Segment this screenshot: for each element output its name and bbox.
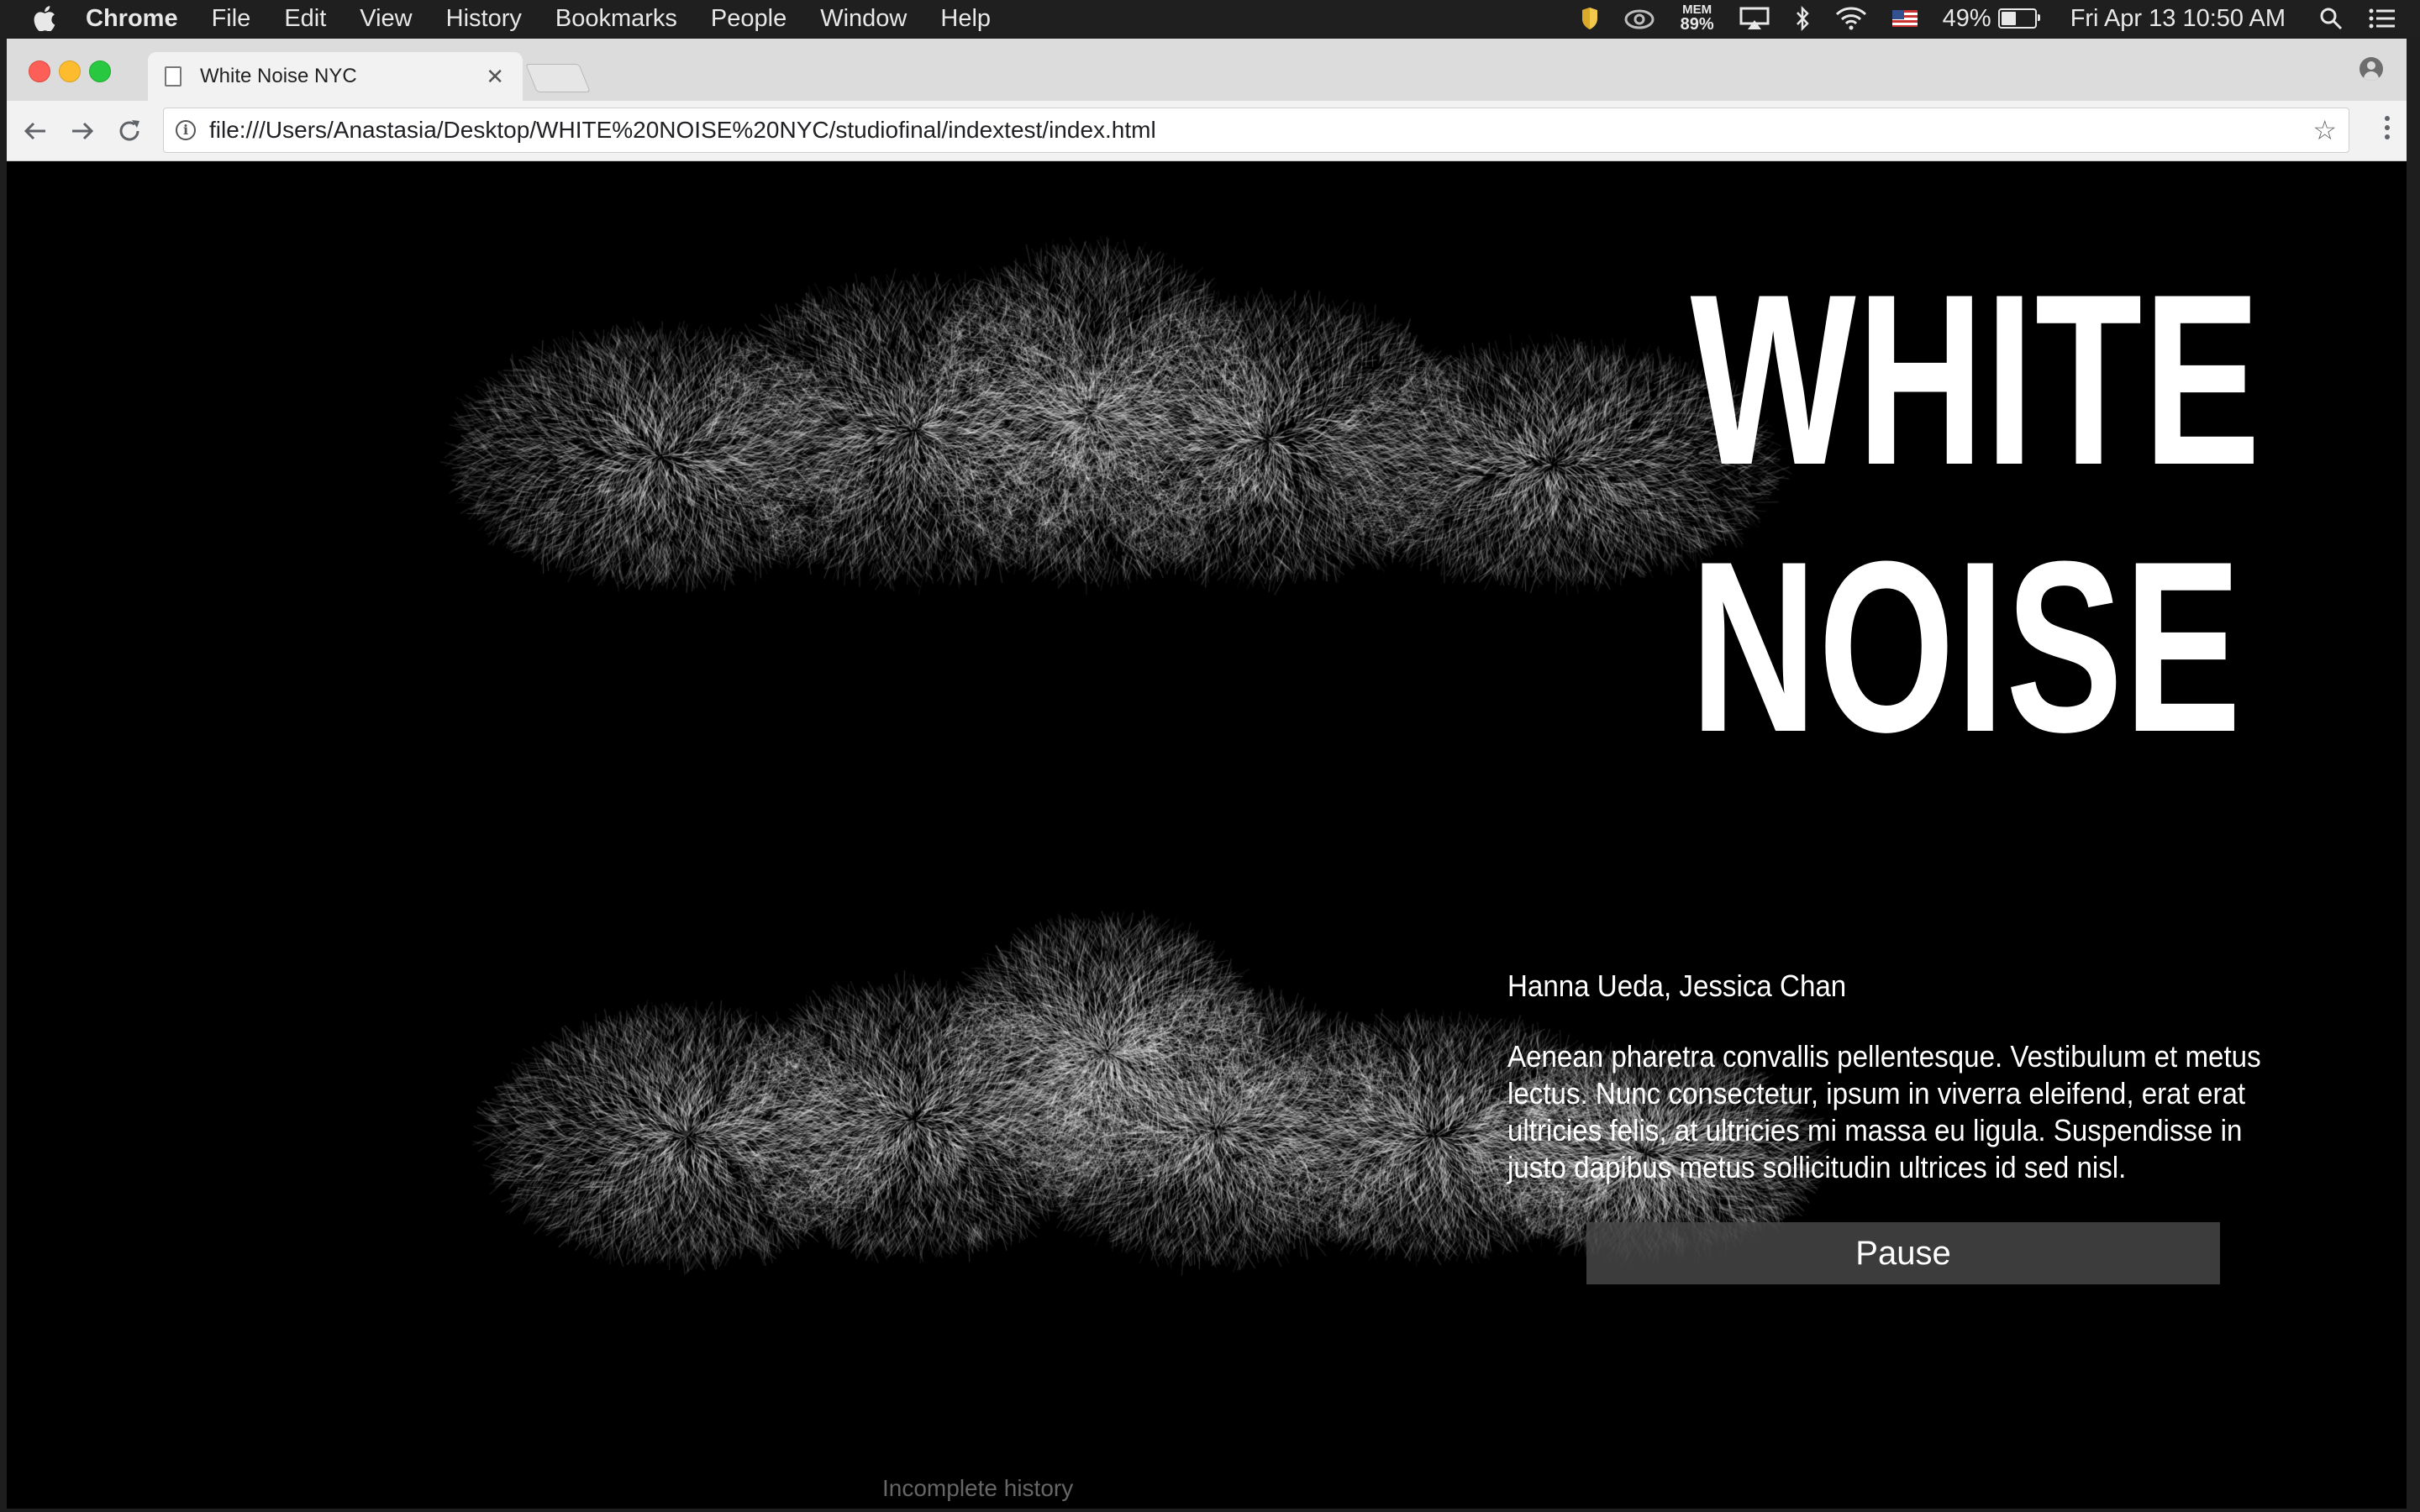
tab-close-icon[interactable]: ✕ (486, 64, 504, 90)
site-info-icon[interactable]: i (176, 120, 196, 140)
status-area: MEM 89% 49% Fri Apr 13 10:50 AM (1556, 0, 2396, 37)
headline-noise: NOISE (1690, 511, 2243, 783)
spotlight-search-icon[interactable] (2319, 7, 2343, 30)
memory-label: MEM (1682, 3, 1712, 17)
menu-help[interactable]: Help (940, 5, 991, 33)
forward-arrow-icon[interactable] (69, 118, 96, 144)
new-tab-button[interactable] (525, 64, 591, 92)
clock[interactable]: Fri Apr 13 10:50 AM (2070, 5, 2286, 33)
memory-monitor[interactable]: MEM 89% (1680, 3, 1714, 34)
menu-window[interactable]: Window (820, 5, 907, 33)
memory-value: 89% (1680, 15, 1714, 34)
menu-file[interactable]: File (212, 5, 251, 33)
browser-window: White Noise NYC ✕ i file:///Users/Anasta… (7, 39, 2407, 1509)
browser-toolbar: i file:///Users/Anastasia/Desktop/WHITE%… (7, 101, 2407, 161)
macos-menu-bar: Chrome File Edit View History Bookmarks … (0, 0, 2420, 37)
tab-title: White Noise NYC (200, 65, 357, 87)
pause-button[interactable]: Pause (1586, 1222, 2220, 1284)
battery-status[interactable]: 49% (1942, 4, 2040, 33)
airplay-icon[interactable] (1739, 7, 1770, 30)
battery-percent: 49% (1942, 4, 1991, 32)
menu-people[interactable]: People (711, 5, 786, 33)
apple-icon[interactable] (34, 6, 55, 31)
page-headline: WHITE NOISE (1603, 244, 2262, 783)
bookmark-star-icon[interactable]: ☆ (2312, 114, 2337, 146)
battery-icon (1997, 8, 2040, 29)
menu-app-chrome[interactable]: Chrome (86, 5, 178, 33)
page-favicon-icon (165, 66, 182, 87)
shield-icon[interactable] (1581, 7, 1598, 30)
menu-history[interactable]: History (446, 5, 522, 33)
notification-center-icon[interactable] (2368, 7, 2396, 30)
description-text: Aenean pharetra convallis pellentesque. … (1507, 1039, 2261, 1184)
bluetooth-icon[interactable] (1795, 6, 1810, 31)
url-text[interactable]: file:///Users/Anastasia/Desktop/WHITE%20… (209, 117, 2312, 144)
window-zoom-button[interactable] (89, 60, 111, 82)
authors-text: Hanna Ueda, Jessica Chan (1507, 969, 1847, 1003)
headline-white: WHITE (1690, 244, 2262, 516)
tab-white-noise-nyc[interactable]: White Noise NYC ✕ (148, 52, 523, 101)
window-minimize-button[interactable] (59, 60, 81, 82)
address-bar[interactable]: i file:///Users/Anastasia/Desktop/WHITE%… (163, 108, 2349, 153)
back-arrow-icon[interactable] (22, 118, 49, 144)
incomplete-history-text: Incomplete history (882, 1475, 1074, 1501)
chrome-menu-icon[interactable] (2385, 116, 2391, 144)
tab-strip: White Noise NYC ✕ (7, 39, 2407, 101)
window-close-button[interactable] (29, 60, 50, 82)
profile-icon[interactable] (2360, 57, 2383, 81)
creative-cloud-icon[interactable] (1623, 8, 1655, 29)
wifi-icon[interactable] (1835, 7, 1867, 30)
menu-bookmarks[interactable]: Bookmarks (555, 5, 677, 33)
menu-view[interactable]: View (360, 5, 412, 33)
us-flag-icon[interactable] (1891, 10, 1918, 27)
web-page: WHITE NOISE Hanna Ueda, Jessica Chan Aen… (7, 162, 2407, 1509)
reload-icon[interactable] (116, 118, 143, 144)
menu-edit[interactable]: Edit (284, 5, 326, 33)
